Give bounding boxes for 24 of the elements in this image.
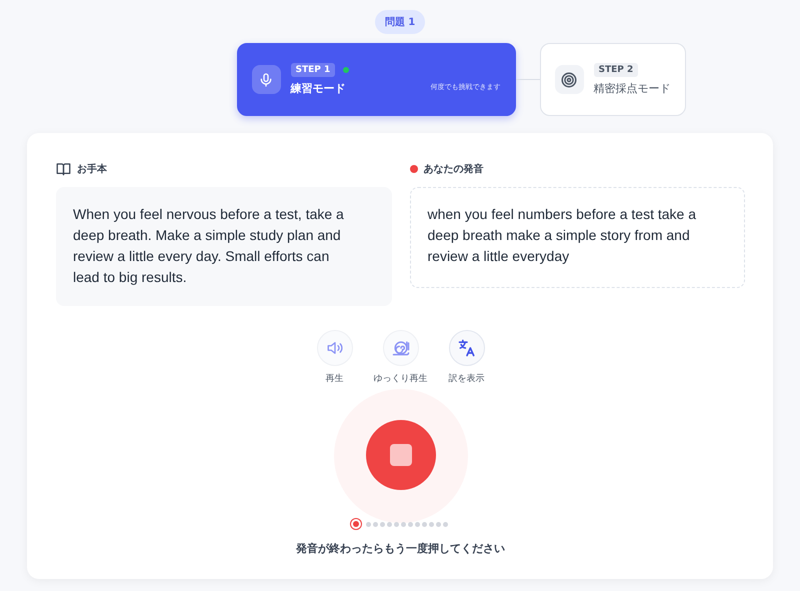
- model-text: When you feel nervous before a test, take a deep breath. Make a simple study plan and review a little every day. Small efforts can lead to big results.: [56, 187, 392, 306]
- speaker-button[interactable]: [316, 330, 352, 366]
- recording-dot-icon: [410, 165, 418, 173]
- stop-icon: [390, 444, 412, 466]
- transcript-text: when you feel numbers before a test take a deep breath make a simple story from and review a little everyday: [410, 187, 745, 288]
- question-badge: 問題 1: [374, 10, 426, 34]
- section-label: あなたの発音: [424, 162, 484, 176]
- action-label: 訳を表示: [448, 372, 484, 385]
- target-icon: [560, 70, 578, 88]
- instruction-text: 発音が終わったらもう一度押してください: [296, 541, 505, 556]
- microphone-icon: [258, 72, 274, 88]
- step-title: 精密採点モード: [594, 81, 670, 96]
- translate-button[interactable]: [448, 330, 484, 366]
- step-tag: STEP 2: [594, 63, 638, 77]
- action-label: ゆっくり再生: [374, 372, 428, 385]
- snail-button[interactable]: [382, 330, 418, 366]
- step-card[interactable]: STEP 2 精密採点モード: [540, 43, 686, 116]
- action-label: 再生: [326, 372, 344, 385]
- section-label: お手本: [77, 162, 107, 176]
- step-tag: STEP 1: [290, 63, 336, 77]
- speaker-icon: [326, 339, 344, 357]
- step-title: 練習モード: [290, 81, 346, 96]
- book-icon: [56, 162, 71, 176]
- translate-icon: [456, 338, 476, 358]
